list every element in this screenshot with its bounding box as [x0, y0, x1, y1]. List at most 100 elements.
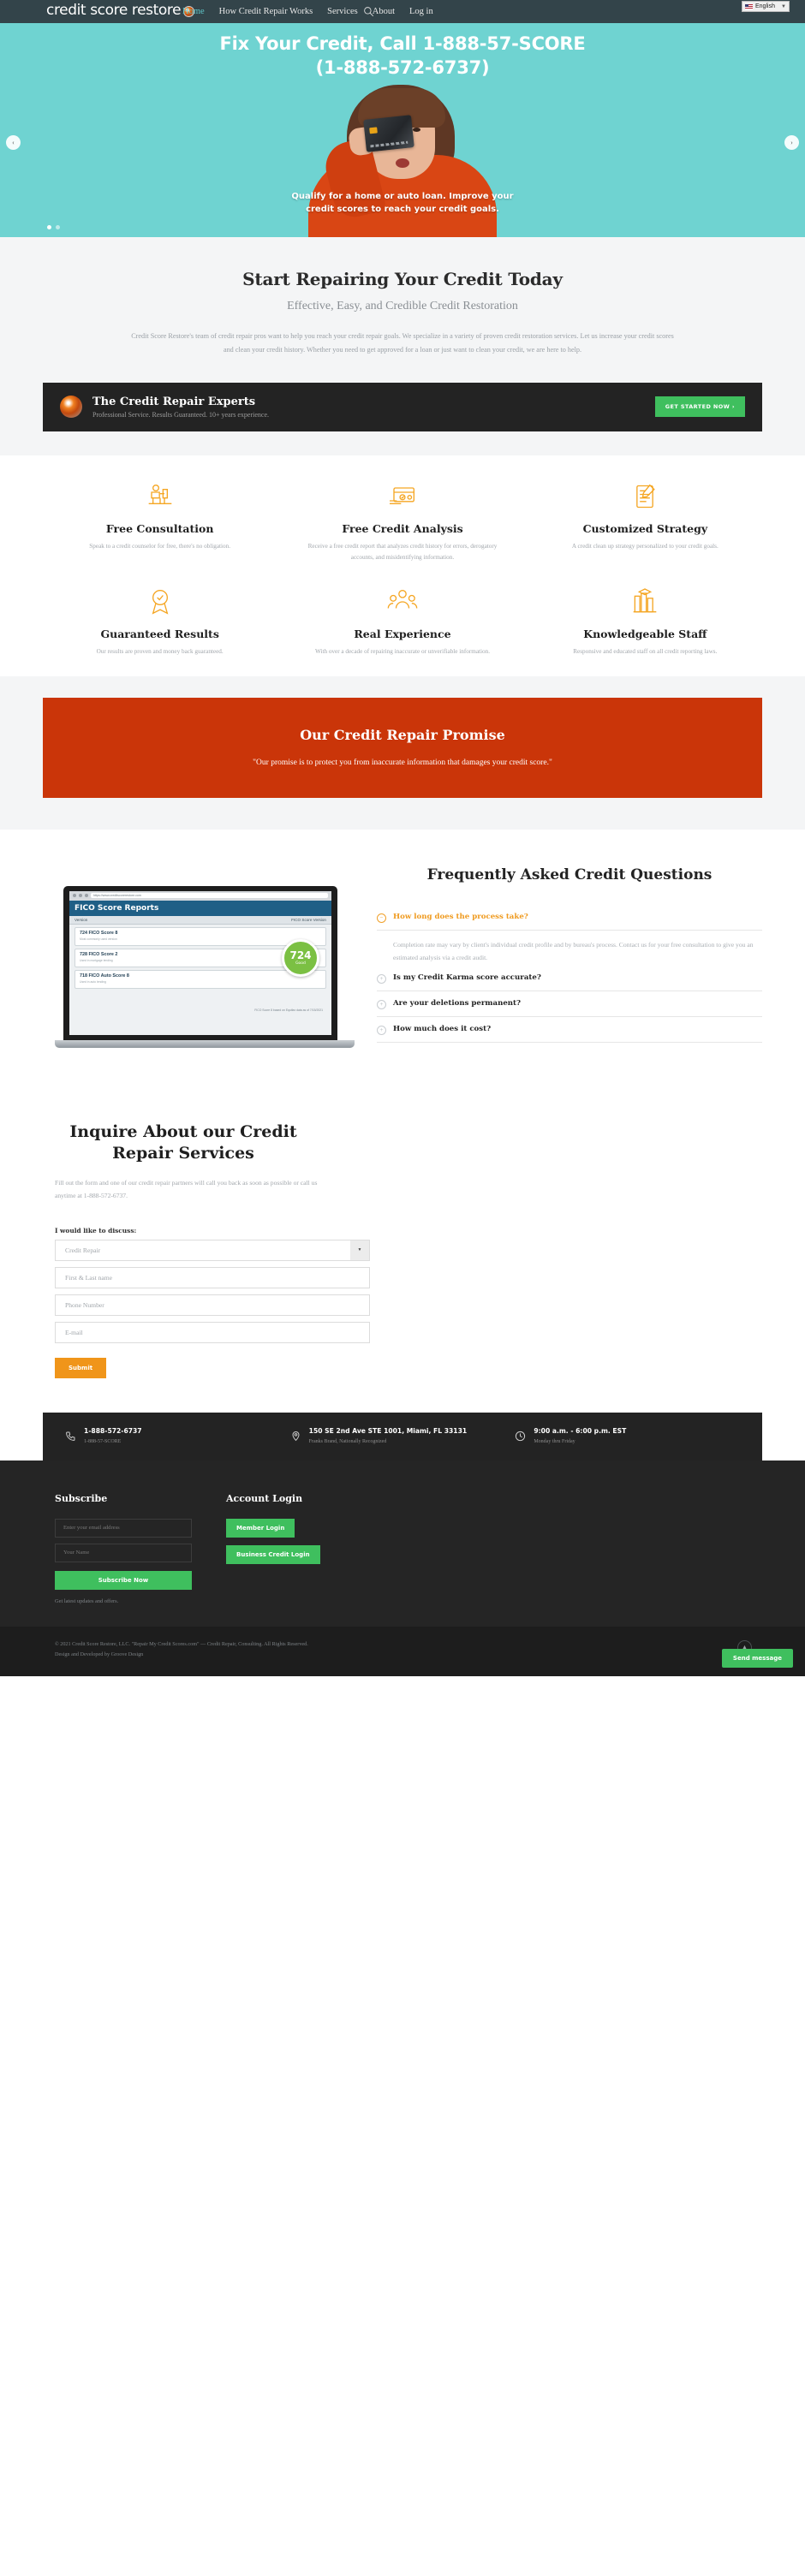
feature-title: Real Experience — [354, 627, 451, 640]
nav-item-log-in[interactable]: Log in — [409, 7, 433, 16]
experts-logo-icon — [60, 396, 82, 419]
fico-columns: Version FICO Score Version — [69, 915, 331, 925]
main-navigation: Home How Credit Repair Works Services Ab… — [182, 0, 433, 23]
slider-dot-1[interactable] — [47, 225, 51, 229]
experts-band-wrapper: The Credit Repair Experts Professional S… — [0, 382, 805, 455]
nav-item-services[interactable]: Services — [327, 7, 358, 16]
phone-field-placeholder: Phone Number — [65, 1300, 104, 1309]
info-strip-wrapper: 1-888-572-6737 1-888-57-SCORE 150 SE 2nd… — [0, 1412, 805, 1461]
credit-card-icon — [363, 115, 414, 152]
intro-paragraph: Credit Score Restore's team of credit re… — [131, 332, 674, 354]
hero-caption-line1: Qualify for a home or auto loan. Improve… — [291, 192, 514, 201]
info-hours-title: 9:00 a.m. - 6:00 p.m. EST — [534, 1426, 627, 1435]
fico-row-sub: Used in auto lending — [80, 979, 106, 984]
feature-title: Knowledgeable Staff — [583, 627, 707, 640]
send-message-chat-button[interactable]: Send message — [721, 1648, 793, 1668]
chevron-down-icon: ▼ — [781, 3, 786, 9]
copyright-line-1: © 2021 Credit Score Restore, LLC. "Repai… — [55, 1640, 308, 1647]
language-selector[interactable]: English ▼ — [742, 1, 790, 12]
feature-text: With over a decade of repairing inaccura… — [314, 647, 491, 655]
subscribe-name-input[interactable]: Your Name — [55, 1543, 192, 1562]
slider-dots[interactable] — [47, 225, 60, 229]
hero-title-line2: (1-888-572-6737) — [315, 57, 490, 79]
email-field[interactable]: E-mail — [55, 1321, 370, 1343]
strategy-document-icon — [540, 478, 750, 515]
info-hours: 9:00 a.m. - 6:00 p.m. EST Monday thru Fr… — [515, 1427, 740, 1446]
member-login-button[interactable]: Member Login — [226, 1518, 295, 1538]
email-field-placeholder: E-mail — [65, 1328, 83, 1336]
submit-button[interactable]: Submit — [55, 1357, 107, 1378]
discuss-select[interactable]: Credit Repair ▼ — [55, 1239, 370, 1261]
credit-repair-promise-box: Our Credit Repair Promise "Our promise i… — [43, 697, 762, 798]
logo-text: credit score restore — [46, 2, 182, 19]
name-field[interactable]: First & Last name — [55, 1266, 370, 1288]
info-hours-sub: Monday thru Friday — [534, 1438, 575, 1444]
fico-col-right: FICO Score Version — [291, 917, 326, 922]
fico-row-title: 724 FICO Score 8 — [80, 930, 118, 936]
feature-title: Guaranteed Results — [100, 627, 219, 640]
award-badge-icon — [55, 583, 265, 621]
site-logo[interactable]: credit score restore — [46, 2, 195, 19]
faq-question: Are your deletions permanent? — [393, 999, 522, 1008]
score-note: FICO Score 8 based on Equifax data as of… — [254, 1008, 323, 1012]
clock-icon — [515, 1431, 526, 1442]
subscribe-name-placeholder: Your Name — [63, 1550, 90, 1556]
browser-chrome: https://www.creditscorerestore.com — [69, 890, 331, 901]
nav-item-home[interactable]: Home — [182, 7, 205, 16]
laptop-screen: https://www.creditscorerestore.com FICO … — [63, 885, 337, 1040]
business-credit-login-button[interactable]: Business Credit Login — [226, 1544, 320, 1564]
intro-subheading: Effective, Easy, and Credible Credit Res… — [287, 300, 518, 312]
footer-account-column: Account Login Member Login Business Cred… — [226, 1493, 320, 1604]
feature-free-credit-analysis: Free Credit Analysis Receive a free cred… — [285, 478, 519, 564]
people-group-icon — [297, 583, 507, 621]
feature-text: Responsive and educated staff on all cre… — [573, 647, 718, 655]
fico-report-title: FICO Score Reports — [69, 900, 331, 916]
hero-title-line1: Fix Your Credit, Call 1-888-57-SCORE — [219, 33, 586, 54]
faq-heading: Frequently Asked Credit Questions — [426, 866, 713, 883]
subscribe-now-button[interactable]: Subscribe Now — [55, 1570, 192, 1590]
location-pin-icon — [290, 1431, 301, 1442]
site-footer: Subscribe Enter your email address Your … — [0, 1460, 805, 1627]
nav-item-about[interactable]: About — [373, 7, 395, 16]
subscribe-email-input[interactable]: Enter your email address — [55, 1518, 192, 1538]
discuss-select-label: I would like to discuss: — [55, 1226, 137, 1234]
info-address: 150 SE 2nd Ave STE 1001, Miami, FL 33131… — [290, 1427, 516, 1446]
nav-item-how-credit-repair-works[interactable]: How Credit Repair Works — [219, 7, 313, 16]
feature-text: Our results are proven and money back gu… — [96, 647, 224, 655]
search-icon[interactable] — [363, 6, 374, 17]
faq-item-is-my-credit-karma-score-accurate[interactable]: + Is my Credit Karma score accurate? — [377, 966, 762, 992]
promise-wrapper: Our Credit Repair Promise "Our promise i… — [0, 675, 805, 830]
info-address-sub: Franks Brand, Nationally Recognized — [308, 1438, 387, 1444]
experts-band: The Credit Repair Experts Professional S… — [43, 382, 762, 431]
phone-field[interactable]: Phone Number — [55, 1294, 370, 1316]
subscribe-title: Subscribe — [55, 1492, 108, 1504]
faq-item-are-your-deletions-permanent[interactable]: + Are your deletions permanent? — [377, 991, 762, 1018]
features-grid: Free Consultation Speak to a credit coun… — [0, 455, 805, 676]
slider-dot-2[interactable] — [56, 225, 60, 229]
account-login-title: Account Login — [226, 1492, 303, 1504]
info-phone-title: 1-888-572-6737 — [84, 1426, 142, 1435]
feature-title: Free Consultation — [105, 521, 214, 535]
slider-next-arrow-icon[interactable]: › — [784, 135, 799, 150]
faq-item-how-much-does-it-cost[interactable]: + How much does it cost? — [377, 1017, 762, 1044]
feature-real-experience: Real Experience With over a decade of re… — [285, 583, 519, 657]
feature-text: Receive a free credit report that analyz… — [307, 542, 498, 562]
credit-card-analysis-icon — [297, 478, 507, 515]
chevron-down-icon: ▼ — [350, 1240, 369, 1260]
faq-list: Frequently Asked Credit Questions − How … — [377, 862, 762, 1048]
info-phone: 1-888-572-6737 1-888-57-SCORE — [65, 1427, 290, 1446]
feature-free-consultation: Free Consultation Speak to a credit coun… — [43, 478, 277, 564]
feature-title: Customized Strategy — [582, 521, 708, 535]
faq-item-how-long-does-the-process-take[interactable]: − How long does the process take? — [377, 905, 762, 931]
promise-text: "Our promise is to protect you from inac… — [253, 758, 552, 767]
subscribe-email-placeholder: Enter your email address — [63, 1525, 120, 1532]
plus-circle-icon: + — [377, 1000, 386, 1010]
slider-prev-arrow-icon[interactable]: ‹ — [6, 135, 21, 150]
info-phone-sub: 1-888-57-SCORE — [84, 1438, 122, 1444]
get-started-now-button[interactable]: GET STARTED NOW › — [654, 396, 745, 418]
promise-title: Our Credit Repair Promise — [300, 726, 505, 743]
faq-section: https://www.creditscorerestore.com FICO … — [0, 829, 805, 1099]
name-field-placeholder: First & Last name — [65, 1273, 113, 1282]
contact-form-section: Inquire About our Credit Repair Services… — [0, 1098, 805, 1413]
hero-title: Fix Your Credit, Call 1-888-57-SCORE (1-… — [0, 32, 805, 80]
